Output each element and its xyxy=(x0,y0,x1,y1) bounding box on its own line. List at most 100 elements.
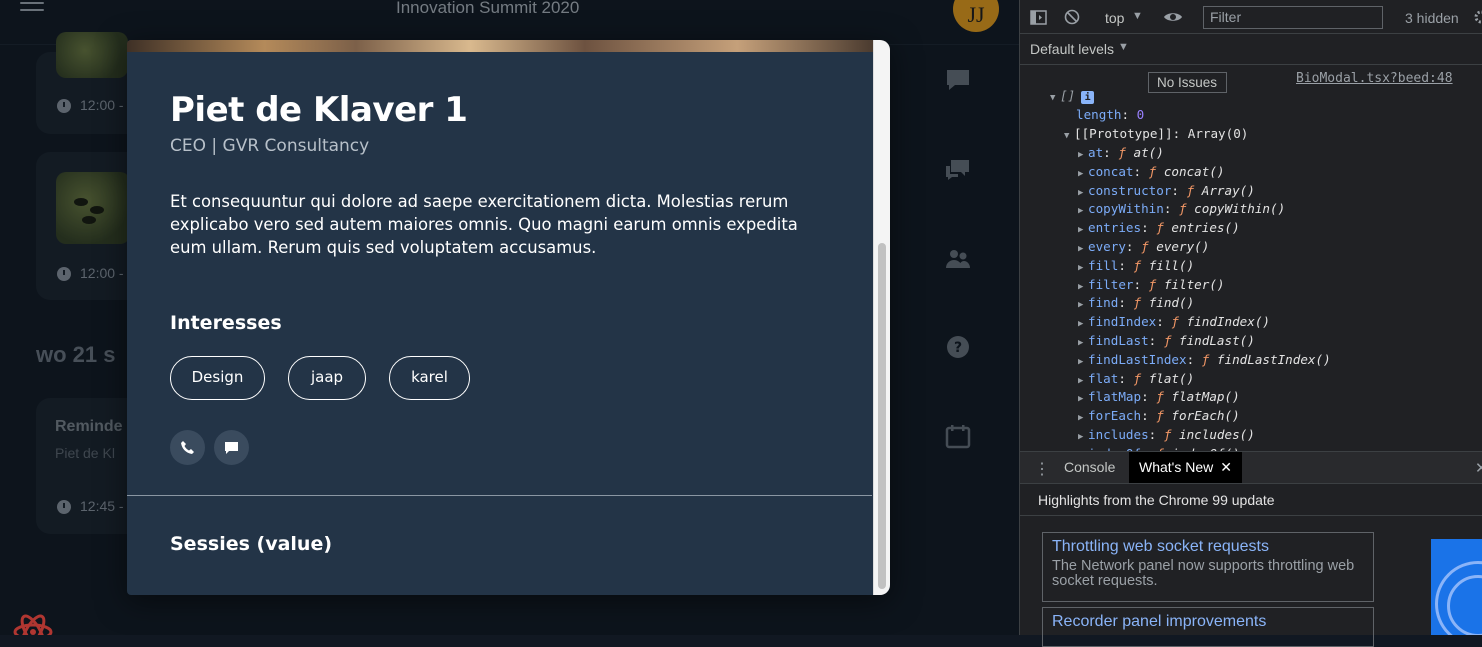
method-entry[interactable]: ▶flat: ƒ flat() xyxy=(1078,371,1194,386)
event-app: Innovation Summit 2020 JJ 12:00 - 12:00 … xyxy=(0,0,1019,635)
method-key: findIndex xyxy=(1088,314,1156,329)
chevron-down-icon[interactable]: ▼ xyxy=(1118,41,1129,53)
expand-arrow-icon[interactable]: ▶ xyxy=(1078,225,1088,235)
method-entry[interactable]: ▶entries: ƒ entries() xyxy=(1078,220,1240,235)
expand-arrow-icon[interactable]: ▶ xyxy=(1078,319,1088,329)
expand-arrow-icon[interactable]: ▶ xyxy=(1078,357,1088,367)
call-button[interactable] xyxy=(170,430,205,465)
expand-arrow-icon[interactable]: ▶ xyxy=(1078,188,1088,198)
speaker-role: CEO | GVR Consultancy xyxy=(170,136,369,156)
method-key: flatMap xyxy=(1088,389,1141,404)
context-selector[interactable]: top xyxy=(1105,10,1124,26)
profile-image xyxy=(127,40,890,52)
console-toolbar-levels: Default levels ▼ No Issues xyxy=(1020,34,1482,65)
feature-title[interactable]: Throttling web socket requests xyxy=(1052,538,1364,556)
method-entry[interactable]: ▶fill: ƒ fill() xyxy=(1078,258,1194,273)
message-button[interactable] xyxy=(214,430,249,465)
sidebar-toggle-icon[interactable] xyxy=(1030,10,1047,25)
speaker-name: Piet de Klaver 1 xyxy=(170,90,467,130)
console-output: ▼[]i length: 0 ▼[[Prototype]]: Array(0) … xyxy=(1020,86,1482,451)
method-signature: findIndex() xyxy=(1187,314,1270,329)
method-entry[interactable]: ▶filter: ƒ filter() xyxy=(1078,277,1225,292)
method-key: findLast xyxy=(1088,333,1149,348)
modal-scrollbar[interactable] xyxy=(873,40,890,595)
expand-arrow-icon[interactable]: ▶ xyxy=(1078,206,1088,216)
method-entry[interactable]: ▶findLast: ƒ findLast() xyxy=(1078,333,1255,348)
chrome-update-illustration xyxy=(1431,539,1482,635)
method-entry[interactable]: ▶every: ƒ every() xyxy=(1078,239,1209,254)
close-drawer-icon[interactable]: ✕ xyxy=(1475,459,1482,477)
message-icon xyxy=(224,440,239,455)
interests-heading: Interesses xyxy=(170,312,282,334)
expand-arrow-icon[interactable]: ▶ xyxy=(1078,300,1088,310)
method-key: constructor xyxy=(1088,183,1171,198)
section-divider xyxy=(127,495,872,496)
method-key: filter xyxy=(1088,277,1134,292)
tab-whats-new[interactable]: What's New✕ xyxy=(1129,452,1242,483)
more-menu-icon[interactable]: ⋮ xyxy=(1034,459,1050,479)
drawer-tabbar: ⋮ Console What's New✕ ✕ xyxy=(1020,451,1482,484)
method-key: find xyxy=(1088,295,1118,310)
tab-console[interactable]: Console xyxy=(1054,452,1125,483)
method-key: includes xyxy=(1088,427,1149,442)
expand-arrow-icon[interactable]: ▶ xyxy=(1078,338,1088,348)
method-key: fill xyxy=(1088,258,1118,273)
length-entry: length: 0 xyxy=(1076,107,1144,122)
array-entry[interactable]: ▼[]i xyxy=(1050,88,1094,104)
feature-card[interactable]: Recorder panel improvements xyxy=(1042,607,1374,647)
method-signature: includes() xyxy=(1179,427,1255,442)
bio-modal: Piet de Klaver 1 CEO | GVR Consultancy E… xyxy=(127,40,890,595)
method-signature: flat() xyxy=(1149,371,1195,386)
method-entry[interactable]: ▶findIndex: ƒ findIndex() xyxy=(1078,314,1270,329)
method-key: entries xyxy=(1088,220,1141,235)
eye-icon[interactable] xyxy=(1163,10,1183,24)
chevron-down-icon[interactable]: ▼ xyxy=(1132,10,1143,22)
expand-arrow-icon[interactable]: ▶ xyxy=(1078,376,1088,386)
feature-title[interactable]: Recorder panel improvements xyxy=(1052,613,1364,631)
method-entry[interactable]: ▶concat: ƒ concat() xyxy=(1078,164,1225,179)
gear-icon[interactable] xyxy=(1473,9,1482,25)
method-entry[interactable]: ▶copyWithin: ƒ copyWithin() xyxy=(1078,201,1285,216)
method-entry[interactable]: ▶constructor: ƒ Array() xyxy=(1078,183,1255,198)
method-entry[interactable]: ▶flatMap: ƒ flatMap() xyxy=(1078,389,1240,404)
interest-tag[interactable]: Design xyxy=(170,356,265,400)
close-icon[interactable]: ✕ xyxy=(1220,459,1232,475)
whats-new-panel: Highlights from the Chrome 99 update Thr… xyxy=(1020,484,1482,635)
method-entry[interactable]: ▶at: ƒ at() xyxy=(1078,145,1164,160)
log-levels-dropdown[interactable]: Default levels xyxy=(1030,41,1114,57)
prototype-entry[interactable]: ▼[[Prototype]]: Array(0) xyxy=(1064,126,1248,141)
sessions-heading: Sessies (value) xyxy=(170,533,332,555)
speaker-bio: Et consequuntur qui dolore ad saepe exer… xyxy=(170,190,830,259)
expand-arrow-icon[interactable]: ▶ xyxy=(1078,169,1088,179)
devtools-panel: top ▼ Filter 3 hidden Default levels ▼ N… xyxy=(1019,0,1482,635)
method-entry[interactable]: ▶find: ƒ find() xyxy=(1078,295,1194,310)
expand-arrow-icon[interactable]: ▶ xyxy=(1078,263,1088,273)
source-link[interactable]: BioModal.tsx?beed:48 xyxy=(1296,71,1453,86)
expand-arrow-icon[interactable]: ▶ xyxy=(1078,413,1088,423)
info-icon: i xyxy=(1081,91,1094,104)
method-signature: flatMap() xyxy=(1171,389,1239,404)
method-entry[interactable]: ▶includes: ƒ includes() xyxy=(1078,427,1255,442)
divider xyxy=(1020,515,1482,516)
method-signature: findLastIndex() xyxy=(1217,352,1331,367)
method-key: every xyxy=(1088,239,1126,254)
expand-arrow-icon[interactable]: ▶ xyxy=(1078,394,1088,404)
method-entry[interactable]: ▶forEach: ƒ forEach() xyxy=(1078,408,1240,423)
filter-input[interactable]: Filter xyxy=(1203,6,1383,29)
expand-arrow-icon[interactable]: ▶ xyxy=(1078,244,1088,254)
method-key: copyWithin xyxy=(1088,201,1164,216)
expand-arrow-icon[interactable]: ▶ xyxy=(1078,282,1088,292)
feature-card[interactable]: Throttling web socket requests The Netwo… xyxy=(1042,532,1374,602)
method-entry[interactable]: ▶findLastIndex: ƒ findLastIndex() xyxy=(1078,352,1331,367)
expand-arrow-icon[interactable]: ▶ xyxy=(1078,432,1088,442)
interest-tag[interactable]: karel xyxy=(389,356,470,400)
highlights-heading: Highlights from the Chrome 99 update xyxy=(1038,492,1275,508)
expand-arrow-icon[interactable]: ▶ xyxy=(1078,150,1088,160)
interest-tag[interactable]: jaap xyxy=(288,356,366,400)
method-signature: at() xyxy=(1134,145,1164,160)
method-signature: find() xyxy=(1149,295,1195,310)
scrollbar-thumb[interactable] xyxy=(878,243,886,589)
method-signature: findLast() xyxy=(1179,333,1255,348)
feature-description: The Network panel now supports throttlin… xyxy=(1052,559,1364,589)
clear-console-icon[interactable] xyxy=(1064,9,1080,25)
